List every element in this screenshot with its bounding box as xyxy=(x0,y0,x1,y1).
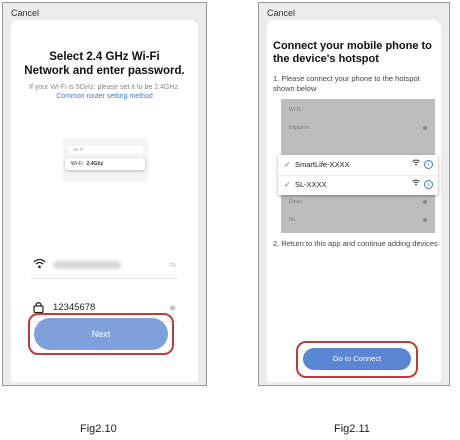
screenshot-row: Wi-Fi xyxy=(289,107,301,113)
info-icon[interactable]: i xyxy=(424,180,433,189)
check-icon: ✓ xyxy=(284,160,291,169)
illustration-row: Wi-Fi xyxy=(69,146,143,154)
illustration-selected-row: Wi-Fi 2.4Ghz xyxy=(65,158,145,170)
hotspot-name: SmartLife-XXXX xyxy=(295,160,350,169)
wifi-icon xyxy=(33,258,46,269)
password-value: 12345678 xyxy=(53,302,96,313)
illustration-band: 2.4Ghz xyxy=(86,161,104,167)
router-setting-link[interactable]: Common router setting method xyxy=(56,93,153,100)
figure-caption: Fig2.10 xyxy=(80,423,117,435)
lock-icon xyxy=(33,302,44,313)
wifi-signal-icon xyxy=(412,155,420,175)
wifi-illustration: Wi-Fi Wi-Fi 2.4Ghz xyxy=(63,138,149,182)
connect-button-highlight xyxy=(296,341,418,378)
wifi-signal-icon xyxy=(412,175,420,195)
screenshot-dot xyxy=(423,200,427,204)
step-1-text: 1. Please connect your phone to the hots… xyxy=(273,74,420,93)
screenshot-row: Direct xyxy=(289,199,303,205)
title-line-2: the device's hotspot xyxy=(273,53,379,65)
hotspot-list-popup: ✓ SmartLife-XXXX i ✓ SL-XXXX i xyxy=(278,155,438,195)
cancel-button[interactable]: Cancel xyxy=(11,8,39,18)
hotspot-item[interactable]: ✓ SmartLife-XXXX i xyxy=(278,155,438,176)
figure-caption: Fig2.11 xyxy=(334,423,370,435)
illustration-wifi-label: Wi-Fi xyxy=(71,161,83,167)
step-2-text: 2. Return to this app and continue addin… xyxy=(273,239,438,248)
network-name-blurred xyxy=(53,261,121,269)
page-title: Select 2.4 GHz Wi-Fi Network and enter p… xyxy=(11,50,198,78)
phone-screen-hotspot: Cancel Connect your mobile phone to the … xyxy=(258,2,450,386)
screenshot-dot xyxy=(423,218,427,222)
subtitle-text: If your Wi-Fi is 5GHz, please set it to … xyxy=(29,84,180,91)
check-icon: ✓ xyxy=(284,180,291,189)
screenshot-dot xyxy=(423,126,427,130)
subtitle: If your Wi-Fi is 5GHz, please set it to … xyxy=(21,83,188,101)
title-line-1: Connect your mobile phone to xyxy=(273,40,432,52)
hotspot-name: SL-XXXX xyxy=(295,180,327,189)
title-line-2: Network and enter password. xyxy=(24,65,185,77)
switch-network-icon[interactable]: ⇆ xyxy=(169,260,176,269)
next-button-highlight xyxy=(28,313,174,355)
hotspot-item[interactable]: ✓ SL-XXXX i xyxy=(278,175,438,195)
cancel-button[interactable]: Cancel xyxy=(267,8,295,18)
screenshot-row: Digital-m xyxy=(289,125,309,131)
info-icon[interactable]: i xyxy=(424,160,433,169)
title-line-1: Select 2.4 GHz Wi-Fi xyxy=(49,51,160,63)
screenshot-row: No xyxy=(289,217,296,223)
show-password-icon[interactable]: ◉ xyxy=(169,303,176,312)
wifi-network-field[interactable]: ⇆ xyxy=(31,252,178,279)
page-title: Connect your mobile phone to the device'… xyxy=(273,40,441,66)
